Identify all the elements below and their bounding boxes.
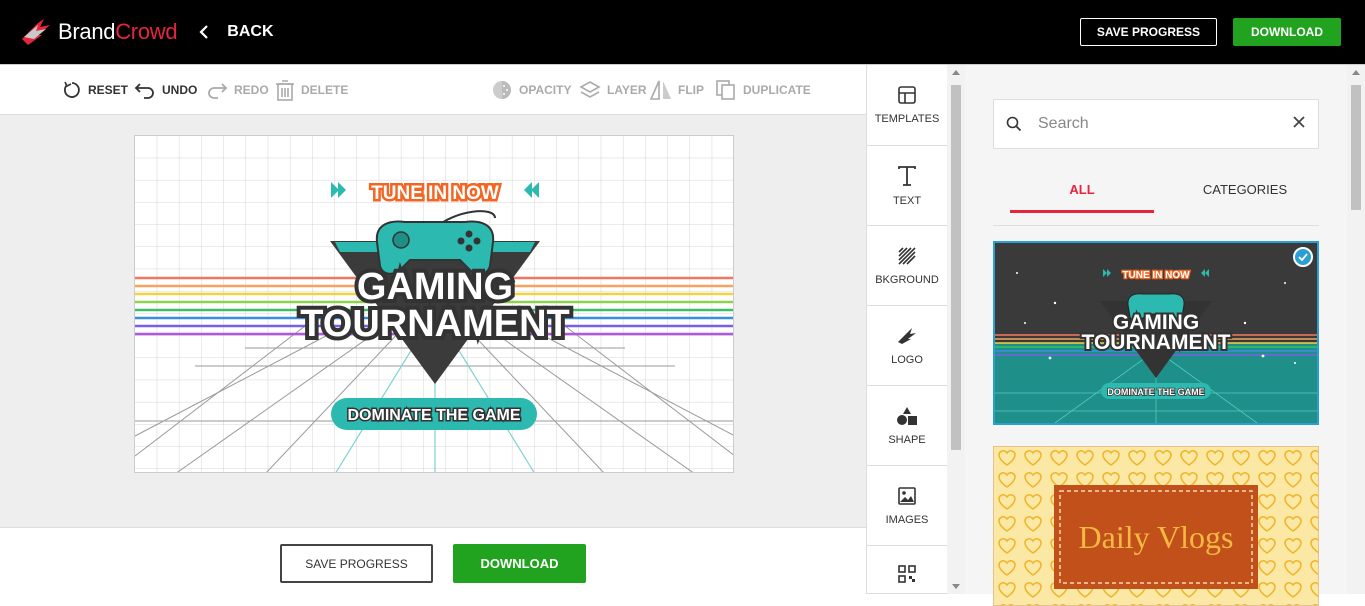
scroll-up-arrow-icon[interactable]: [952, 70, 960, 75]
back-label: BACK: [227, 23, 274, 40]
close-icon[interactable]: [1292, 115, 1306, 129]
nav-logo[interactable]: LOGO: [867, 306, 947, 386]
template-thumbnail-gaming: TUNE IN NOW GAMING TOURNAMENT DOMINATE T…: [995, 243, 1317, 423]
nav-images[interactable]: IMAGES: [867, 466, 947, 546]
flip-button[interactable]: FLIP: [650, 65, 704, 115]
design-cta-text[interactable]: DOMINATE THE GAME: [346, 406, 522, 426]
panel-tabs: ALL CATEGORIES: [993, 172, 1319, 226]
template-thumbnail-daily-vlogs: Daily Vlogs: [994, 447, 1318, 605]
panel-scrollbar[interactable]: [1347, 64, 1365, 594]
svg-text:TOURNAMENT: TOURNAMENT: [1082, 331, 1231, 354]
reset-button[interactable]: RESET: [62, 65, 128, 115]
search-input[interactable]: Search: [1038, 115, 1089, 133]
opacity-button[interactable]: OPACITY: [491, 65, 571, 115]
download-button[interactable]: DOWNLOAD: [453, 544, 586, 583]
template-card-gaming[interactable]: TUNE IN NOW GAMING TOURNAMENT DOMINATE T…: [993, 241, 1319, 425]
nav-templates[interactable]: TEMPLATES: [867, 65, 947, 146]
tab-categories[interactable]: CATEGORIES: [1173, 182, 1317, 197]
duplicate-icon: [716, 80, 735, 100]
scrollbar-thumb[interactable]: [951, 85, 961, 450]
nav-background[interactable]: BKGROUND: [867, 226, 947, 306]
header-save-progress-button[interactable]: SAVE PROGRESS: [1079, 18, 1217, 46]
brandcrowd-logo-icon: [22, 19, 50, 45]
redo-button[interactable]: REDO: [206, 65, 269, 115]
design-title-line1[interactable]: GAMING: [353, 262, 517, 312]
search-box[interactable]: Search: [993, 99, 1319, 149]
undo-button[interactable]: UNDO: [134, 65, 197, 115]
tab-all[interactable]: ALL: [1010, 182, 1154, 197]
sidenav-scrollbar[interactable]: [947, 64, 965, 594]
redo-icon: [208, 83, 228, 99]
design-canvas[interactable]: TUNE IN NOW GAMING TOURNAMENT DOMINATE T…: [135, 136, 734, 473]
template-card-daily-vlogs[interactable]: Daily Vlogs: [993, 446, 1319, 606]
edit-toolbar: RESET UNDO REDO DELETE OPACITY LAYER FLI…: [0, 64, 866, 115]
delete-button[interactable]: DELETE: [275, 65, 348, 115]
duplicate-button[interactable]: DUPLICATE: [715, 65, 811, 115]
chevron-left-icon: [199, 25, 209, 39]
bottom-bar: SAVE PROGRESS DOWNLOAD: [0, 527, 866, 594]
logo-icon: [898, 327, 916, 344]
templates-panel: Search ALL CATEGORIES TUNE IN NOW GAMING…: [965, 64, 1347, 606]
brand-name: BrandCrowd: [58, 19, 178, 44]
scrollbar-thumb[interactable]: [1351, 85, 1361, 210]
layer-button[interactable]: LAYER: [579, 65, 647, 115]
svg-text:TUNE IN NOW: TUNE IN NOW: [1122, 270, 1190, 281]
side-nav: TEMPLATES TEXT BKGROUND LOGO SHAPE IMAGE…: [866, 64, 947, 594]
top-bar: BrandCrowd BACK SAVE PROGRESS DOWNLOAD: [0, 0, 1365, 64]
nav-text[interactable]: TEXT: [867, 146, 947, 226]
background-pattern-icon: [898, 246, 916, 265]
trash-icon: [276, 80, 294, 101]
selected-check-icon: [1293, 247, 1313, 267]
shapes-icon: [897, 406, 917, 425]
reset-icon: [64, 81, 80, 98]
design-title-line2[interactable]: TOURNAMENT: [296, 299, 574, 349]
image-icon: [898, 486, 916, 505]
undo-icon: [134, 83, 154, 99]
svg-text:Daily Vlogs: Daily Vlogs: [1079, 519, 1234, 555]
qr-code-icon: [898, 565, 916, 583]
templates-icon: [898, 86, 916, 104]
search-icon: [1006, 116, 1022, 132]
text-icon: [898, 165, 916, 186]
scroll-up-arrow-icon[interactable]: [1352, 70, 1360, 75]
opacity-icon: [493, 81, 511, 99]
nav-qr-code[interactable]: [867, 546, 947, 594]
nav-shape[interactable]: SHAPE: [867, 386, 947, 466]
svg-text:DOMINATE THE GAME: DOMINATE THE GAME: [1107, 387, 1204, 397]
back-button[interactable]: BACK: [199, 23, 274, 41]
design-artboard[interactable]: TUNE IN NOW GAMING TOURNAMENT DOMINATE T…: [134, 135, 734, 473]
header-download-button[interactable]: DOWNLOAD: [1233, 18, 1341, 46]
scroll-down-arrow-icon[interactable]: [952, 584, 960, 589]
save-progress-button[interactable]: SAVE PROGRESS: [280, 544, 433, 583]
design-tagline-text[interactable]: TUNE IN NOW: [369, 181, 502, 207]
active-tab-indicator: [1010, 210, 1154, 213]
layers-icon: [579, 81, 601, 98]
flip-icon: [650, 80, 671, 100]
canvas-area: TUNE IN NOW GAMING TOURNAMENT DOMINATE T…: [0, 115, 866, 527]
brand-logo[interactable]: BrandCrowd: [20, 0, 178, 64]
